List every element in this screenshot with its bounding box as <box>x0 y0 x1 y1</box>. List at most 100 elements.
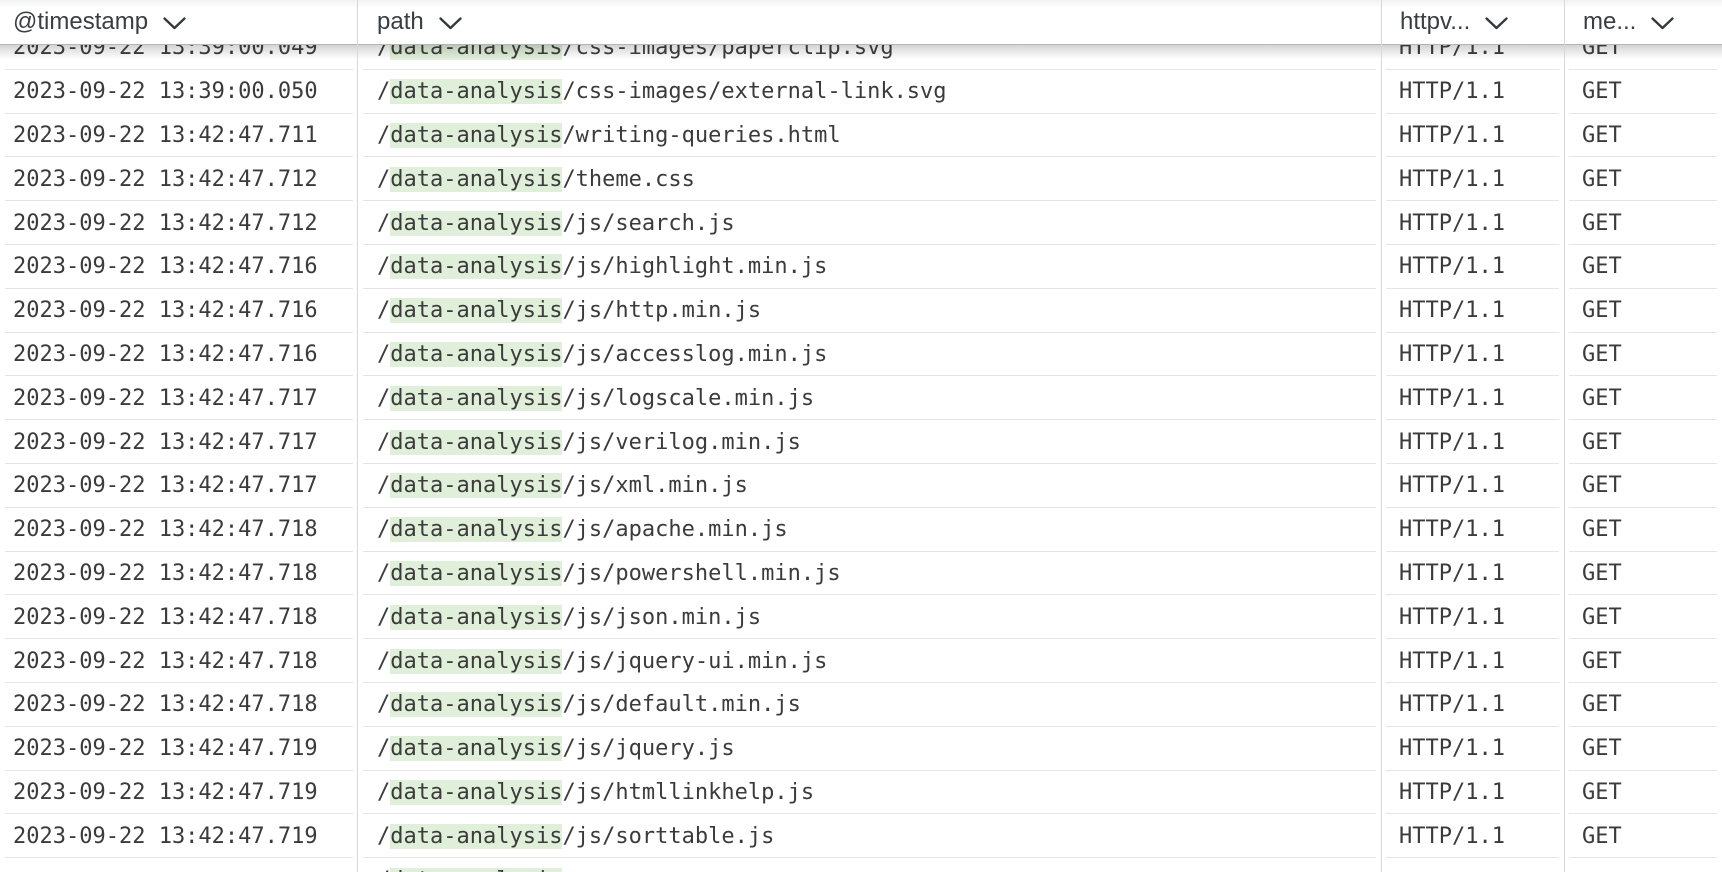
timestamp-value: 2023-09-22 13:42:47.718 <box>13 649 318 674</box>
table-header: @timestamp path httpv... me... <box>0 0 1722 45</box>
method-value: GET <box>1582 79 1622 104</box>
timestamp-value: 2023-09-22 13:42:47.718 <box>13 517 318 542</box>
chevron-down-icon[interactable] <box>1485 17 1508 30</box>
method-value: GET <box>1582 780 1622 805</box>
cell-timestamp <box>0 858 358 872</box>
highlight-match: data-analysis <box>390 430 562 455</box>
column-header-timestamp[interactable]: @timestamp <box>0 0 358 44</box>
cell-method: GET <box>1564 114 1722 158</box>
method-value: GET <box>1582 254 1622 279</box>
path-value: /data-analysis/js/sorttable.js <box>377 824 774 849</box>
httpversion-value: HTTP/1.1 <box>1399 430 1505 455</box>
cell-timestamp: 2023-09-22 13:42:47.719 <box>0 771 358 815</box>
cell-path: /data-analysis/theme.css <box>358 157 1381 201</box>
path-value: /data-analysis/js/apache.min.js <box>377 517 788 542</box>
table-row[interactable]: 2023-09-22 13:42:47.719 /data-analysis/j… <box>0 814 1722 858</box>
timestamp-value: 2023-09-22 13:42:47.711 <box>13 123 318 148</box>
cell-method: GET <box>1564 727 1722 771</box>
highlight-match: data-analysis <box>390 386 562 411</box>
table-row[interactable]: 2023-09-22 13:42:47.717 /data-analysis/j… <box>0 376 1722 420</box>
table-row[interactable]: 2023-09-22 13:42:47.718 /data-analysis/j… <box>0 639 1722 683</box>
method-value: GET <box>1582 342 1622 367</box>
table-row[interactable]: 2023-09-22 13:42:47.712 /data-analysis/t… <box>0 157 1722 201</box>
cell-method: GET <box>1564 201 1722 245</box>
path-value: /data-analysis <box>377 868 562 872</box>
httpversion-value: HTTP/1.1 <box>1399 824 1505 849</box>
method-value: GET <box>1582 123 1622 148</box>
method-value: GET <box>1582 649 1622 674</box>
httpversion-value: HTTP/1.1 <box>1399 386 1505 411</box>
table-row[interactable]: 2023-09-22 13:42:47.717 /data-analysis/j… <box>0 420 1722 464</box>
path-value: /data-analysis/js/verilog.min.js <box>377 430 801 455</box>
table-row[interactable]: 2023-09-22 13:42:47.718 /data-analysis/j… <box>0 683 1722 727</box>
cell-path: /data-analysis/js/htmllinkhelp.js <box>358 771 1381 815</box>
timestamp-value: 2023-09-22 13:42:47.712 <box>13 167 318 192</box>
cell-httpversion: HTTP/1.1 <box>1381 333 1564 377</box>
highlight-match: data-analysis <box>390 736 562 761</box>
path-value: /data-analysis/js/http.min.js <box>377 298 761 323</box>
chevron-down-icon[interactable] <box>163 17 186 30</box>
method-value: GET <box>1582 473 1622 498</box>
highlight-match: data-analysis <box>390 692 562 717</box>
table-row[interactable]: 2023-09-22 13:39:00.050 /data-analysis/c… <box>0 70 1722 114</box>
table-row[interactable]: 2023-09-22 13:42:47.719 /data-analysis/j… <box>0 771 1722 815</box>
table-row[interactable]: 2023-09-22 13:42:47.719 /data-analysis/j… <box>0 727 1722 771</box>
table-row[interactable]: 2023-09-22 13:42:47.718 /data-analysis/j… <box>0 552 1722 596</box>
cell-method: GET <box>1564 639 1722 683</box>
chevron-down-icon[interactable] <box>439 17 462 30</box>
table-row[interactable]: 2023-09-22 13:42:47.712 /data-analysis/j… <box>0 201 1722 245</box>
cell-httpversion: HTTP/1.1 <box>1381 508 1564 552</box>
httpversion-value: HTTP/1.1 <box>1399 517 1505 542</box>
highlight-match: data-analysis <box>390 211 562 236</box>
cell-httpversion: HTTP/1.1 <box>1381 245 1564 289</box>
timestamp-value: 2023-09-22 13:42:47.716 <box>13 298 318 323</box>
method-value: GET <box>1582 298 1622 323</box>
timestamp-value: 2023-09-22 13:42:47.719 <box>13 780 318 805</box>
table-row[interactable]: 2023-09-22 13:42:47.717 /data-analysis/j… <box>0 464 1722 508</box>
column-header-path[interactable]: path <box>358 0 1381 44</box>
httpversion-value: HTTP/1.1 <box>1399 79 1505 104</box>
cell-method: GET <box>1564 420 1722 464</box>
cell-timestamp: 2023-09-22 13:42:47.718 <box>0 683 358 727</box>
httpversion-value: HTTP/1.1 <box>1399 780 1505 805</box>
highlight-match: data-analysis <box>390 254 562 279</box>
timestamp-value: 2023-09-22 13:42:47.719 <box>13 824 318 849</box>
cell-timestamp: 2023-09-22 13:42:47.719 <box>0 727 358 771</box>
timestamp-value: 2023-09-22 13:42:47.717 <box>13 430 318 455</box>
method-value: GET <box>1582 605 1622 630</box>
highlight-match: data-analysis <box>390 517 562 542</box>
column-header-method[interactable]: me... <box>1564 0 1722 44</box>
method-value: GET <box>1582 824 1622 849</box>
table-row[interactable]: 2023-09-22 13:42:47.716 /data-analysis/j… <box>0 333 1722 377</box>
httpversion-value: HTTP/1.1 <box>1399 605 1505 630</box>
cell-path: /data-analysis/js/search.js <box>358 201 1381 245</box>
table-row[interactable]: /data-analysis <box>0 858 1722 872</box>
table-row[interactable]: 2023-09-22 13:42:47.711 /data-analysis/w… <box>0 114 1722 158</box>
cell-timestamp: 2023-09-22 13:42:47.712 <box>0 201 358 245</box>
table-row[interactable]: 2023-09-22 13:42:47.716 /data-analysis/j… <box>0 245 1722 289</box>
column-divider-path-httpversion <box>1381 0 1382 872</box>
highlight-match: data-analysis <box>390 605 562 630</box>
httpversion-value: HTTP/1.1 <box>1399 211 1505 236</box>
table-row[interactable]: 2023-09-22 13:42:47.716 /data-analysis/j… <box>0 289 1722 333</box>
table-row[interactable]: 2023-09-22 13:42:47.718 /data-analysis/j… <box>0 508 1722 552</box>
cell-method: GET <box>1564 157 1722 201</box>
method-value: GET <box>1582 517 1622 542</box>
cell-timestamp: 2023-09-22 13:42:47.712 <box>0 157 358 201</box>
cell-timestamp: 2023-09-22 13:42:47.718 <box>0 552 358 596</box>
chevron-down-icon[interactable] <box>1651 17 1674 30</box>
cell-method: GET <box>1564 289 1722 333</box>
method-value: GET <box>1582 167 1622 192</box>
highlight-match: data-analysis <box>390 167 562 192</box>
cell-path: /data-analysis/js/default.min.js <box>358 683 1381 727</box>
path-value: /data-analysis/js/highlight.min.js <box>377 254 827 279</box>
cell-httpversion: HTTP/1.1 <box>1381 727 1564 771</box>
column-header-httpversion[interactable]: httpv... <box>1381 0 1564 44</box>
column-header-method-label: me... <box>1583 8 1636 36</box>
httpversion-value: HTTP/1.1 <box>1399 254 1505 279</box>
table-row[interactable]: 2023-09-22 13:42:47.718 /data-analysis/j… <box>0 595 1722 639</box>
cell-httpversion: HTTP/1.1 <box>1381 201 1564 245</box>
path-value: /data-analysis/css-images/external-link.… <box>377 79 947 104</box>
highlight-match: data-analysis <box>390 649 562 674</box>
cell-path: /data-analysis/js/sorttable.js <box>358 814 1381 858</box>
